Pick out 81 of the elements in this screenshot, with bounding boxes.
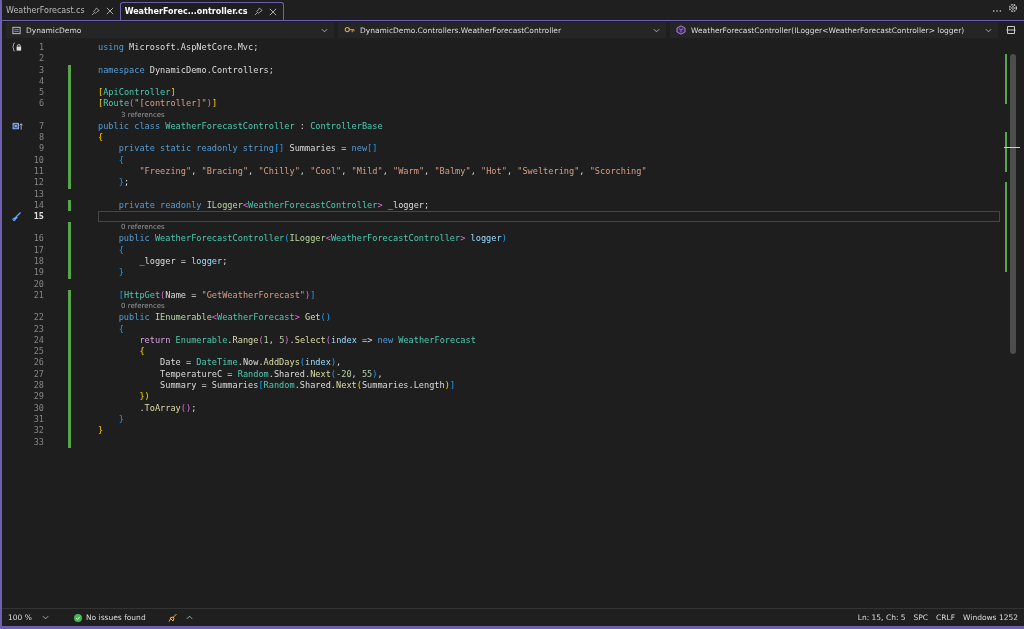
line-number: 5 xyxy=(38,87,44,99)
chevron-up-icon[interactable] xyxy=(185,615,193,620)
pin-icon[interactable] xyxy=(253,7,263,16)
line-number: 31 xyxy=(33,413,44,426)
line-number: 10 xyxy=(33,154,44,166)
line-number: 13 xyxy=(33,188,44,200)
code-line: public WeatherForecastController(ILogger<WeatherForecastController> logger) xyxy=(117,233,507,244)
class-link-icon[interactable] xyxy=(12,122,24,132)
line-number: 17 xyxy=(33,244,44,257)
code-line: "Freezing", "Bracing", "Chilly", "Cool", "Mild", "Warm", "Balmy", "Hot", "Sweltering", "Scorching" xyxy=(138,165,647,176)
settings-icon[interactable] xyxy=(1008,3,1018,13)
more-icon[interactable] xyxy=(992,9,1002,13)
code-line: private readonly ILogger<WeatherForecastController> _logger; xyxy=(117,199,430,210)
line-number: 18 xyxy=(33,256,44,268)
pin-icon[interactable] xyxy=(90,6,100,16)
broom-icon[interactable] xyxy=(167,612,178,623)
split-view-icon[interactable] xyxy=(1006,25,1016,35)
code-line: [ApiController] xyxy=(98,87,176,98)
line-number: 26 xyxy=(33,357,44,369)
code-line: { xyxy=(138,346,145,357)
code-line: { xyxy=(98,132,104,143)
line-number: 1 xyxy=(38,42,44,54)
line-number: 16 xyxy=(33,233,44,245)
line-number: 30 xyxy=(33,402,44,414)
code-line: }; xyxy=(117,177,130,188)
code-line: } xyxy=(117,413,124,424)
code-line: _logger = logger; xyxy=(138,256,228,267)
project-icon xyxy=(12,25,21,35)
line-number: 11 xyxy=(33,165,44,178)
code-line: } xyxy=(117,267,124,278)
code-line: public class WeatherForecastController : ControllerBase xyxy=(98,120,383,131)
code-line: }) xyxy=(138,391,150,402)
line-number: 9 xyxy=(38,143,44,155)
code-line: namespace DynamicDemo.Controllers; xyxy=(98,64,274,75)
code-line: Date = DateTime.Now.AddDays(index), xyxy=(159,357,342,368)
line-number: 2 xyxy=(38,53,44,65)
line-number: 15 xyxy=(33,211,44,223)
chevron-down-icon xyxy=(321,27,328,33)
close-icon[interactable] xyxy=(268,7,277,16)
brush-icon[interactable] xyxy=(12,211,22,222)
line-number: 29 xyxy=(33,391,44,403)
line-number: 28 xyxy=(33,380,44,392)
line-number: 12 xyxy=(33,177,44,189)
code-line: return Enumerable.Range(1, 5).Select(index => new WeatherForecast xyxy=(138,334,476,345)
line-number: 8 xyxy=(38,132,44,144)
line-number: 22 xyxy=(33,312,44,324)
line-number: 20 xyxy=(33,278,44,290)
line-number: 33 xyxy=(33,436,44,448)
line-number: 21 xyxy=(33,289,44,302)
line-number: 7 xyxy=(38,120,44,133)
line-number: 19 xyxy=(33,267,44,279)
line-number: 27 xyxy=(33,368,44,380)
code-line: { xyxy=(117,323,124,334)
code-line: } xyxy=(98,425,104,436)
cube-icon xyxy=(676,25,686,35)
code-line: [Route("[controller]")] xyxy=(98,98,218,109)
code-line: { xyxy=(117,244,124,255)
braces-lock-icon[interactable] xyxy=(12,42,23,53)
code-line: using Microsoft.AspNetCore.Mvc; xyxy=(98,42,259,52)
close-icon[interactable] xyxy=(105,7,114,15)
line-number: 23 xyxy=(33,323,44,335)
line-number: 25 xyxy=(33,346,44,358)
code-line: Summary = Summaries[Random.Shared.Next(Summaries.Length)] xyxy=(159,380,456,390)
code-line: public IEnumerable<WeatherForecast> Get() xyxy=(117,312,331,323)
file-tab[interactable]: WeatherForec...ontroller.cs xyxy=(119,2,284,20)
chevron-down-icon xyxy=(653,27,660,33)
line-number: 14 xyxy=(33,199,44,212)
chevron-down-icon xyxy=(985,27,992,33)
line-number: 4 xyxy=(38,75,44,88)
code-line: [HttpGet(Name = "GetWeatherForecast")] xyxy=(117,289,316,300)
code-line: .ToArray(); xyxy=(138,402,197,413)
chevron-down-icon xyxy=(41,615,49,620)
check-circle-icon xyxy=(74,613,82,622)
code-line: TemperatureC = Random.Shared.Next(-20, 55), xyxy=(159,368,383,379)
line-number: 6 xyxy=(38,98,44,110)
code-line: private static readonly string[] Summaries = new[] xyxy=(117,143,378,154)
line-number: 3 xyxy=(38,64,44,76)
file-tab[interactable]: WeatherForecast.cs xyxy=(2,2,120,20)
line-number: 32 xyxy=(33,425,44,437)
code-line: { xyxy=(117,154,124,165)
line-number: 24 xyxy=(33,334,44,347)
